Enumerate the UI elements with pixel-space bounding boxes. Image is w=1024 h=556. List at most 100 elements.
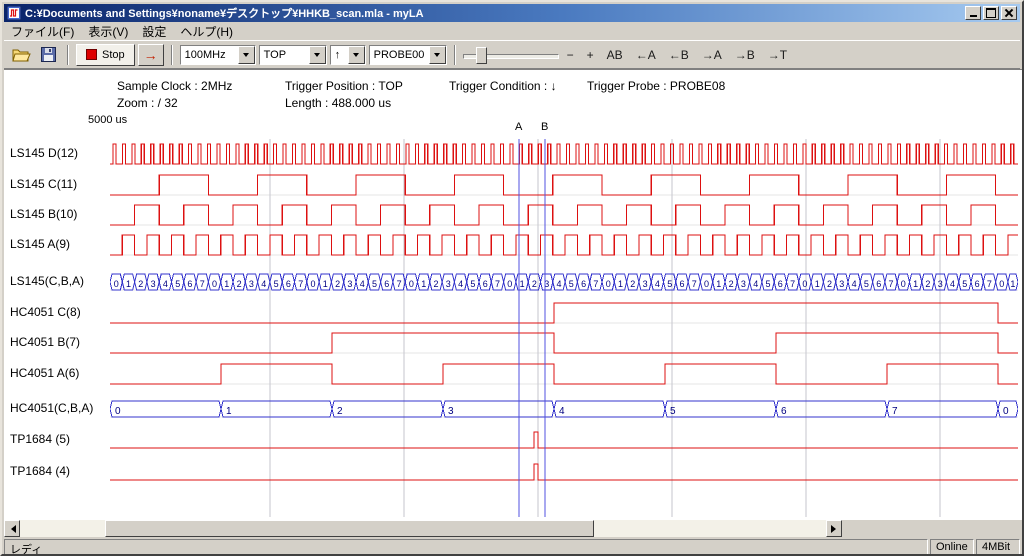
bus-value: 0 [999, 279, 1004, 289]
channel-label: LS145 D(12) [10, 146, 78, 160]
goto-b-right-button[interactable]: →B [730, 46, 760, 64]
bus-value: 1 [323, 279, 328, 289]
scroll-left-button[interactable] [4, 520, 20, 537]
bus-value: 1 [913, 279, 918, 289]
bus-value: 6 [187, 279, 192, 289]
sample-clock-combo[interactable]: 100MHz [180, 45, 256, 65]
waveform-plot[interactable]: 0123456701234567012345670123456701234567… [110, 139, 1018, 517]
bus-value: 7 [593, 279, 598, 289]
trigger-condition-info: Trigger Condition : ↓ [449, 79, 557, 93]
bus-value: 6 [975, 279, 980, 289]
window-title: C:¥Documents and Settings¥noname¥デスクトップ¥… [25, 5, 963, 21]
bus-value: 5 [864, 279, 869, 289]
bus-value: 7 [298, 279, 303, 289]
trigger-position-combo-value: TOP [260, 46, 309, 64]
status-online: Online [930, 539, 974, 555]
marker-label: B [541, 121, 548, 133]
bus-value: 6 [679, 279, 684, 289]
bus-value: 5 [274, 279, 279, 289]
open-button[interactable] [9, 44, 33, 66]
bus-value: 2 [433, 279, 438, 289]
slider-thumb[interactable] [476, 47, 487, 64]
app-window: C:¥Documents and Settings¥noname¥デスクトップ¥… [0, 0, 1024, 556]
bus-value: 5 [470, 279, 475, 289]
toolbar-separator [67, 45, 69, 65]
scroll-right-button[interactable] [826, 520, 842, 537]
bus-value: 3 [741, 279, 746, 289]
goto-a-left-button[interactable]: ←A [631, 46, 661, 64]
zoom-slider[interactable] [463, 45, 559, 65]
chevron-down-icon[interactable] [309, 46, 326, 64]
bus-value: 2 [827, 279, 832, 289]
toolbar-separator [171, 45, 173, 65]
close-icon [1005, 9, 1013, 17]
bus-value: 1 [1010, 279, 1015, 289]
stop-button[interactable]: Stop [76, 44, 135, 66]
minimize-button[interactable] [965, 6, 981, 20]
stop-label: Stop [102, 49, 125, 61]
bus-value: 5 [765, 279, 770, 289]
trigger-edge-combo[interactable]: ↑ [330, 45, 366, 65]
goto-b-left-button[interactable]: ←B [664, 46, 694, 64]
bus-value: 7 [987, 279, 992, 289]
bus-value: 2 [237, 279, 242, 289]
bus-value: 6 [778, 279, 783, 289]
bus-value: 0 [114, 279, 119, 289]
bus-value: 0 [802, 279, 807, 289]
channel-label: HC4051(C,B,A) [10, 401, 93, 415]
probe-combo[interactable]: PROBE00 [369, 45, 447, 65]
run-button[interactable]: → [138, 44, 164, 66]
chevron-down-icon[interactable] [429, 46, 446, 64]
ab-button[interactable]: AB [602, 46, 628, 64]
zoom-out-button[interactable]: − [562, 46, 579, 64]
zoom-in-button[interactable]: + [582, 46, 599, 64]
bus-value: 4 [559, 406, 565, 417]
bus-value: 6 [581, 279, 586, 289]
chevron-down-icon[interactable] [238, 46, 255, 64]
bus-value: 0 [115, 406, 121, 417]
status-memory: 4MBit [976, 539, 1020, 555]
goto-trigger-button[interactable]: →T [763, 46, 792, 64]
maximize-icon [986, 8, 996, 18]
channel-label: HC4051 A(6) [10, 366, 79, 380]
trigger-edge-combo-value: ↑ [331, 46, 348, 64]
maximize-button[interactable] [983, 6, 999, 20]
toolbar-separator [454, 45, 456, 65]
titlebar[interactable]: C:¥Documents and Settings¥noname¥デスクトップ¥… [4, 4, 1020, 22]
bus-value: 1 [224, 279, 229, 289]
horizontal-scrollbar[interactable] [4, 520, 842, 537]
menubar: ファイル(F) 表示(V) 設定 ヘルプ(H) [4, 22, 1020, 40]
bus-value: 3 [446, 279, 451, 289]
bus-value: 5 [175, 279, 180, 289]
trigger-probe-info: Trigger Probe : PROBE08 [587, 79, 725, 93]
bus-value: 0 [409, 279, 414, 289]
bus-value: 4 [753, 279, 758, 289]
bus-value: 6 [483, 279, 488, 289]
save-icon [41, 47, 56, 62]
menu-view[interactable]: 表示(V) [81, 22, 135, 41]
bus-value: 3 [839, 279, 844, 289]
bus-value: 4 [360, 279, 365, 289]
bus-value: 7 [892, 406, 898, 417]
channel-label: LS145 B(10) [10, 207, 77, 221]
chevron-down-icon[interactable] [348, 46, 365, 64]
trigger-position-combo[interactable]: TOP [259, 45, 327, 65]
close-button[interactable] [1001, 6, 1017, 20]
app-icon [7, 6, 21, 20]
menu-settings[interactable]: 設定 [135, 22, 173, 41]
scrollbar-thumb[interactable] [105, 520, 594, 537]
menu-help[interactable]: ヘルプ(H) [173, 22, 240, 41]
save-button[interactable] [36, 44, 60, 66]
bus-value: 0 [704, 279, 709, 289]
bus-value: 7 [790, 279, 795, 289]
goto-a-right-button[interactable]: →A [697, 46, 727, 64]
channel-label: LS145(C,B,A) [10, 274, 84, 288]
menu-file[interactable]: ファイル(F) [4, 22, 81, 41]
bus-value: 4 [556, 279, 561, 289]
bus-value: 4 [950, 279, 955, 289]
bus-value: 7 [495, 279, 500, 289]
run-arrow-icon: → [144, 47, 158, 63]
bus-value: 0 [507, 279, 512, 289]
stop-icon [86, 49, 97, 60]
bus-value: 5 [569, 279, 574, 289]
